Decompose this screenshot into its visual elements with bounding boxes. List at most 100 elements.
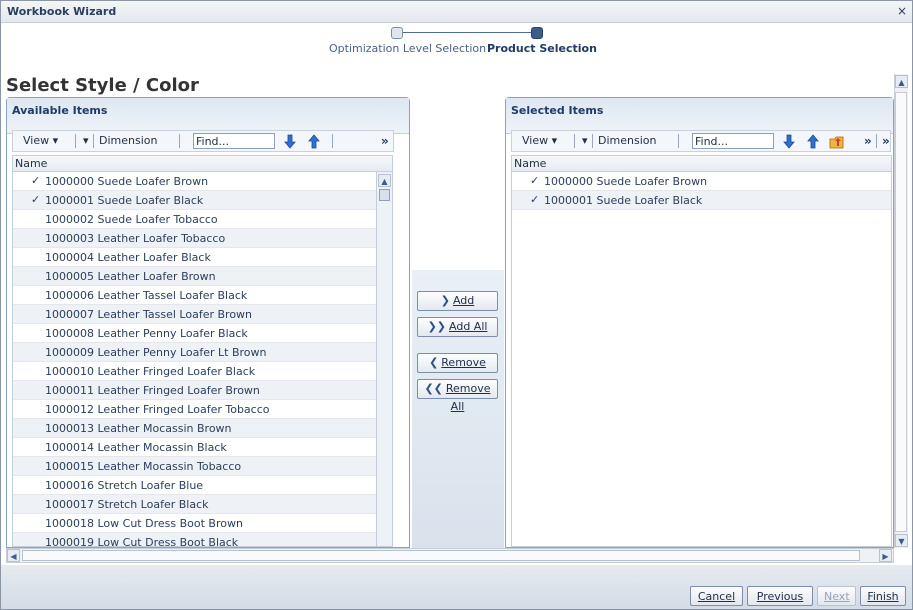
scroll-up-icon[interactable]: ▲	[895, 75, 908, 88]
toolbar-separator	[574, 134, 575, 148]
list-item-label: 1000007 Leather Tassel Loafer Brown	[45, 308, 253, 321]
available-table-scrollbar[interactable]: ▲	[376, 172, 392, 546]
step-optimization-level-dot[interactable]	[391, 27, 403, 39]
remove-button[interactable]: ❮ Remove	[417, 353, 498, 373]
step-optimization-level-label[interactable]: Optimization Level Selection	[329, 42, 486, 55]
move-up-icon[interactable]	[306, 133, 322, 150]
list-item-label: 1000001 Suede Loafer Black	[45, 194, 204, 207]
dimension-menu[interactable]: Dimension	[598, 134, 656, 147]
add-all-button-label: Add All	[449, 320, 488, 333]
scroll-down-icon[interactable]: ▼	[895, 534, 908, 547]
list-item[interactable]: 1000010 Leather Fringed Loafer Black	[13, 362, 392, 381]
list-item[interactable]: 1000011 Leather Fringed Loafer Brown	[13, 381, 392, 400]
add-button-label: Add	[452, 294, 475, 307]
checkmark-icon: ✓	[31, 174, 41, 187]
toolbar-separator	[93, 134, 94, 148]
previous-button[interactable]: Previous	[747, 586, 813, 606]
next-button[interactable]: Next	[817, 586, 856, 606]
remove-button-label: Remove	[441, 356, 486, 369]
next-button-label: Next	[824, 590, 850, 603]
list-item-label: 1000006 Leather Tassel Loafer Black	[45, 289, 248, 302]
list-item[interactable]: 1000016 Stretch Loafer Blue	[13, 476, 392, 495]
move-down-icon[interactable]	[282, 133, 298, 150]
column-header-name[interactable]: Name	[13, 156, 392, 172]
title-bar	[1, 1, 912, 23]
column-header-name[interactable]: Name	[512, 156, 891, 172]
scroll-left-icon[interactable]: ◀	[7, 549, 20, 562]
list-item[interactable]: 1000006 Leather Tassel Loafer Black	[13, 286, 392, 305]
more-icon[interactable]: »	[882, 134, 890, 148]
find-input[interactable]	[692, 133, 774, 149]
list-item[interactable]: 1000018 Low Cut Dress Boot Brown	[13, 514, 392, 533]
page-title: Select Style / Color	[6, 75, 199, 96]
horizontal-scroll-thumb[interactable]	[22, 550, 860, 561]
scroll-thumb[interactable]	[379, 189, 390, 201]
list-item-label: 1000001 Suede Loafer Black	[544, 194, 703, 207]
list-item-label: 1000011 Leather Fringed Loafer Brown	[45, 384, 260, 397]
toolbar-separator	[678, 134, 679, 148]
dimension-menu[interactable]: Dimension	[99, 134, 157, 147]
move-up-icon[interactable]	[805, 133, 821, 150]
list-item[interactable]: 1000017 Stretch Loafer Black	[13, 495, 392, 514]
list-item-label: 1000013 Leather Mocassin Brown	[45, 422, 232, 435]
previous-button-label: Previous	[756, 590, 804, 603]
selected-toolbar: View ▾ ▾ Dimension » »	[511, 130, 891, 152]
toolbar-separator	[592, 134, 593, 148]
list-item-label: 1000000 Suede Loafer Brown	[544, 175, 708, 188]
finish-button-label: Finish	[867, 590, 899, 603]
scroll-up-icon[interactable]: ▲	[378, 174, 391, 187]
list-item-label: 1000009 Leather Penny Loafer Lt Brown	[45, 346, 267, 359]
available-panel-title: Available Items	[12, 104, 108, 117]
folder-up-icon[interactable]	[829, 133, 845, 150]
step-product-selection-dot	[531, 27, 543, 39]
toolbar-separator	[876, 134, 877, 148]
available-rows: ✓ 1000000 Suede Loafer Brown ✓ 1000001 Sued…	[13, 172, 392, 546]
add-all-button[interactable]: ❯❯ Add All	[417, 317, 498, 337]
list-item-label: 1000003 Leather Loafer Tobacco	[45, 232, 226, 245]
list-item-label: 1000016 Stretch Loafer Blue	[45, 479, 204, 492]
list-item[interactable]: 1000004 Leather Loafer Black	[13, 248, 392, 267]
list-item[interactable]: ✓ 1000000 Suede Loafer Brown	[512, 172, 891, 191]
list-item-label: 1000004 Leather Loafer Black	[45, 251, 211, 264]
add-button[interactable]: ❯ Add	[417, 291, 498, 311]
window-title: Workbook Wizard	[7, 5, 117, 18]
move-down-icon[interactable]	[781, 133, 797, 150]
scroll-right-icon[interactable]: ▶	[879, 549, 892, 562]
toolbar-separator	[75, 134, 76, 148]
list-item[interactable]: 1000012 Leather Fringed Loafer Tobacco	[13, 400, 392, 419]
finish-button[interactable]: Finish	[860, 586, 906, 606]
list-item[interactable]: 1000002 Suede Loafer Tobacco	[13, 210, 392, 229]
selected-table: Name ✓ 1000000 Suede Loafer Brown ✓ 1000001…	[511, 155, 892, 547]
dimension-dropdown-icon[interactable]: ▾	[83, 134, 89, 147]
close-icon[interactable]: ×	[895, 4, 909, 18]
list-item[interactable]: 1000013 Leather Mocassin Brown	[13, 419, 392, 438]
list-item[interactable]: 1000019 Low Cut Dress Boot Black	[13, 533, 392, 546]
list-item[interactable]: 1000008 Leather Penny Loafer Black	[13, 324, 392, 343]
available-items-panel: Available Items View ▾ ▾ Dimension » Nam…	[6, 97, 410, 548]
page-scroll-thumb[interactable]	[895, 92, 907, 532]
list-item[interactable]: 1000007 Leather Tassel Loafer Brown	[13, 305, 392, 324]
list-item[interactable]: ✓ 1000001 Suede Loafer Black	[13, 191, 392, 210]
cancel-button[interactable]: Cancel	[690, 586, 743, 606]
remove-icon: ❮	[429, 356, 439, 369]
list-item[interactable]: 1000015 Leather Mocassin Tobacco	[13, 457, 392, 476]
list-item-label: 1000018 Low Cut Dress Boot Brown	[45, 517, 243, 530]
more-icon[interactable]: »	[381, 134, 389, 148]
list-item[interactable]: 1000009 Leather Penny Loafer Lt Brown	[13, 343, 392, 362]
train-connector	[403, 32, 531, 33]
add-all-icon: ❯❯	[427, 320, 446, 333]
list-item[interactable]: 1000014 Leather Mocassin Black	[13, 438, 392, 457]
selected-rows: ✓ 1000000 Suede Loafer Brown ✓ 1000001 Sued…	[512, 172, 891, 210]
list-item[interactable]: 1000003 Leather Loafer Tobacco	[13, 229, 392, 248]
view-menu[interactable]: View ▾	[23, 134, 58, 147]
list-item[interactable]: ✓ 1000000 Suede Loafer Brown	[13, 172, 392, 191]
view-menu[interactable]: View ▾	[522, 134, 557, 147]
toolbar-separator	[332, 134, 333, 148]
remove-all-button[interactable]: ❮❮ Remove All	[417, 379, 498, 413]
more-icon[interactable]: »	[864, 134, 872, 148]
dimension-dropdown-icon[interactable]: ▾	[582, 134, 588, 147]
selected-items-panel: Selected Items View ▾ ▾ Dimension » » Na…	[505, 97, 894, 548]
find-input[interactable]	[193, 133, 275, 149]
list-item[interactable]: 1000005 Leather Loafer Brown	[13, 267, 392, 286]
list-item[interactable]: ✓ 1000001 Suede Loafer Black	[512, 191, 891, 210]
